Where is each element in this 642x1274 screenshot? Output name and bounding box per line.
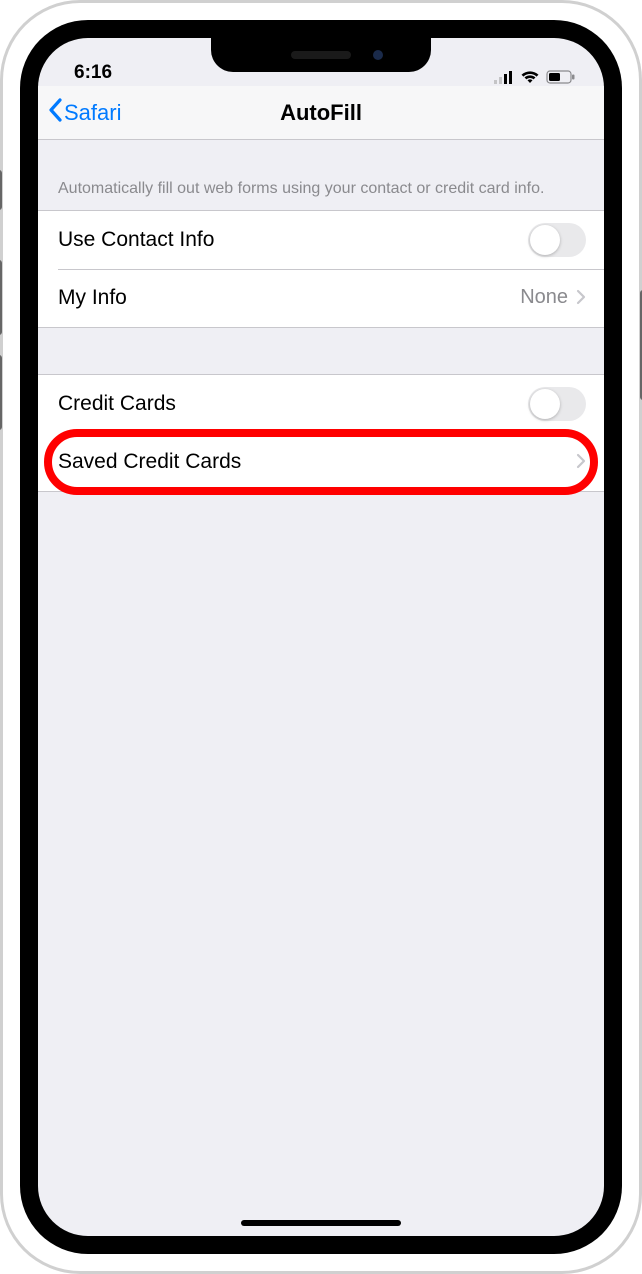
battery-icon	[546, 70, 576, 84]
use-contact-info-row[interactable]: Use Contact Info	[38, 211, 604, 269]
chevron-right-icon	[576, 449, 586, 475]
screen: 6:16	[38, 38, 604, 1236]
contact-info-group: Use Contact Info My Info None	[38, 210, 604, 328]
status-right	[494, 70, 576, 84]
back-label: Safari	[64, 100, 121, 126]
my-info-detail: None	[520, 286, 568, 309]
device-bezel: 6:16	[20, 20, 622, 1254]
saved-credit-cards-row[interactable]: Saved Credit Cards	[38, 433, 604, 491]
credit-cards-toggle[interactable]	[528, 387, 586, 421]
use-contact-info-label: Use Contact Info	[58, 228, 528, 252]
back-button[interactable]: Safari	[48, 98, 121, 128]
home-indicator[interactable]	[241, 1220, 401, 1226]
device-frame: 6:16	[0, 0, 642, 1274]
credit-cards-row[interactable]: Credit Cards	[38, 375, 604, 433]
volume-up-button	[0, 260, 2, 335]
chevron-left-icon	[48, 98, 62, 128]
notch	[211, 38, 431, 72]
chevron-right-icon	[576, 285, 586, 311]
my-info-row[interactable]: My Info None	[38, 269, 604, 327]
content: Automatically fill out web forms using y…	[38, 140, 604, 492]
saved-credit-cards-label: Saved Credit Cards	[58, 450, 576, 474]
my-info-label: My Info	[58, 286, 520, 310]
section-description: Automatically fill out web forms using y…	[38, 140, 604, 210]
status-time: 6:16	[74, 62, 112, 84]
wifi-icon	[520, 70, 540, 84]
mute-switch	[0, 170, 2, 210]
page-title: AutoFill	[38, 100, 604, 126]
group-spacer	[38, 328, 604, 374]
use-contact-info-toggle[interactable]	[528, 223, 586, 257]
highlight-annotation: Saved Credit Cards	[38, 433, 604, 491]
volume-down-button	[0, 355, 2, 430]
credit-cards-label: Credit Cards	[58, 392, 528, 416]
cellular-signal-icon	[494, 70, 514, 84]
nav-bar: Safari AutoFill	[38, 86, 604, 140]
credit-cards-group: Credit Cards Saved Credit Cards	[38, 374, 604, 492]
